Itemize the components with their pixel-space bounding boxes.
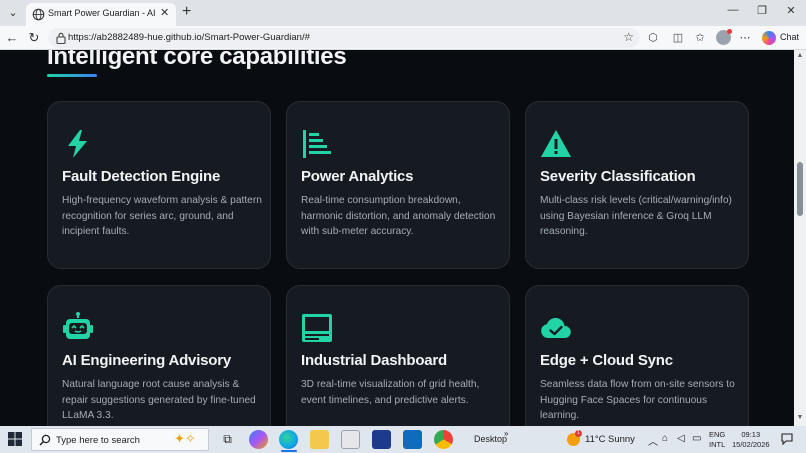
scroll-up-icon[interactable]: ▲	[796, 52, 804, 59]
cloud-check-icon	[541, 317, 571, 338]
card-title: AI Engineering Advisory	[62, 352, 232, 369]
profile-notification-dot	[727, 29, 732, 34]
weather-temperature[interactable]: 11°C	[585, 434, 606, 445]
window-close-icon[interactable]: ✕	[781, 4, 801, 17]
restore-icon[interactable]: ❐	[752, 4, 772, 17]
feature-card-fault-detection: Fault Detection Engine High-frequency wa…	[47, 101, 271, 269]
task-view-icon[interactable]: ⧉	[218, 430, 237, 449]
card-description: Real-time consumption breakdown, harmoni…	[301, 195, 496, 237]
clock-time: 09:13	[741, 430, 761, 439]
card-description: Seamless data flow from on-site sensors …	[540, 379, 735, 421]
browser-tab[interactable]: Smart Power Guardian - AI fault de ✕	[26, 3, 176, 26]
extensions-icon[interactable]: ⬡	[646, 31, 660, 45]
favorite-star-icon[interactable]: ☆	[623, 30, 634, 44]
tab-title: Smart Power Guardian - AI fault de	[48, 8, 156, 18]
chat-label: Chat	[780, 32, 800, 42]
split-screen-icon[interactable]: ◫	[671, 31, 685, 45]
page-viewport: Intelligent core capabilities Fault Dete…	[0, 50, 794, 426]
file-explorer-icon[interactable]	[310, 430, 329, 449]
url-bar[interactable]: https://ab2882489-hue.github.io/Smart-Po…	[48, 28, 640, 48]
back-icon[interactable]: ←	[4, 30, 20, 46]
clock-date: 15/02/2026	[732, 440, 770, 449]
notification-icon[interactable]	[781, 433, 793, 445]
url-text: https://ab2882489-hue.github.io/Smart-Po…	[68, 32, 310, 43]
taskbar-search-box[interactable]: Type here to search ✦✧	[31, 428, 209, 451]
monitor-icon	[302, 314, 332, 342]
scrollbar-thumb[interactable]	[797, 162, 803, 216]
feature-card-ai-advisory: AI Engineering Advisory Natural language…	[47, 285, 271, 426]
card-title: Industrial Dashboard	[301, 352, 448, 369]
outlook-icon[interactable]	[403, 430, 422, 449]
taskbar-clock[interactable]: 09:13 15/02/2026	[732, 430, 770, 450]
card-description: 3D real-time visualization of grid healt…	[301, 379, 480, 406]
tab-actions-menu-icon[interactable]: ⌄	[4, 4, 22, 22]
bar-list-icon	[303, 130, 331, 158]
feature-card-industrial-dashboard: Industrial Dashboard 3D real-time visual…	[286, 285, 510, 426]
windows-start-icon[interactable]	[8, 432, 22, 446]
warning-triangle-icon	[541, 130, 571, 157]
tab-close-icon[interactable]: ✕	[160, 6, 169, 19]
word-icon[interactable]	[372, 430, 391, 449]
tray-chevron-up-icon[interactable]: ︿	[648, 433, 658, 448]
refresh-icon[interactable]: ↻	[26, 30, 42, 46]
card-description: High-frequency waveform analysis & patte…	[62, 195, 262, 237]
more-options-icon[interactable]: ⋯	[738, 31, 752, 45]
copilot-logo-icon	[762, 31, 776, 45]
robot-icon	[63, 312, 93, 339]
edge-browser-icon[interactable]	[279, 430, 298, 449]
favorites-icon[interactable]: ✩	[693, 31, 707, 45]
lock-icon	[56, 32, 66, 44]
lightning-icon	[68, 130, 87, 158]
chevron-right-icon[interactable]: »	[504, 429, 508, 438]
feature-card-severity-classification: Severity Classification Multi-class risk…	[525, 101, 749, 269]
feature-card-power-analytics: Power Analytics Real-time consumption br…	[286, 101, 510, 269]
battery-icon[interactable]: ▭	[692, 433, 701, 444]
card-title: Severity Classification	[540, 168, 696, 185]
search-placeholder: Type here to search	[56, 435, 140, 446]
minimize-icon[interactable]: —	[723, 4, 743, 16]
browser-tab-bar: ⌄ Smart Power Guardian - AI fault de ✕ +…	[0, 0, 806, 26]
input-language-indicator[interactable]: ENG INTL	[709, 430, 725, 450]
search-icon	[39, 434, 51, 446]
lang-code: ENG	[709, 430, 726, 439]
weather-condition[interactable]: Sunny	[608, 434, 635, 445]
lang-layout: INTL	[709, 440, 726, 449]
card-description: Natural language root cause analysis & r…	[62, 379, 256, 421]
windows-taskbar: Type here to search ✦✧ ⧉ Desktop » 1 11°…	[0, 426, 806, 453]
card-title: Fault Detection Engine	[62, 168, 221, 185]
copilot-app-icon[interactable]	[249, 430, 268, 449]
search-highlight-icon: ✦✧	[174, 431, 196, 446]
network-icon[interactable]: ⌂	[662, 433, 668, 444]
copilot-chat-button[interactable]: Chat	[760, 29, 802, 47]
new-tab-icon[interactable]: +	[182, 3, 191, 21]
volume-icon[interactable]: ◁	[677, 433, 685, 444]
card-title: Power Analytics	[301, 168, 414, 185]
active-app-indicator	[281, 450, 297, 452]
card-title: Edge + Cloud Sync	[540, 352, 673, 369]
address-toolbar: ← ↻ https://ab2882489-hue.github.io/Smar…	[0, 26, 806, 50]
scroll-down-icon[interactable]: ▼	[796, 414, 804, 421]
title-underline	[47, 74, 97, 77]
chrome-icon[interactable]	[434, 430, 453, 449]
section-title: Intelligent core capabilities	[47, 50, 347, 70]
weather-alert-badge: 1	[575, 430, 582, 437]
card-description: Multi-class risk levels (critical/warnin…	[540, 195, 732, 237]
page-scrollbar[interactable]: ▲ ▼	[794, 50, 806, 426]
store-icon[interactable]	[341, 430, 360, 449]
globe-icon	[32, 8, 45, 21]
desktop-label[interactable]: Desktop	[474, 434, 507, 444]
feature-card-edge-cloud-sync: Edge + Cloud Sync Seamless data flow fro…	[525, 285, 749, 426]
